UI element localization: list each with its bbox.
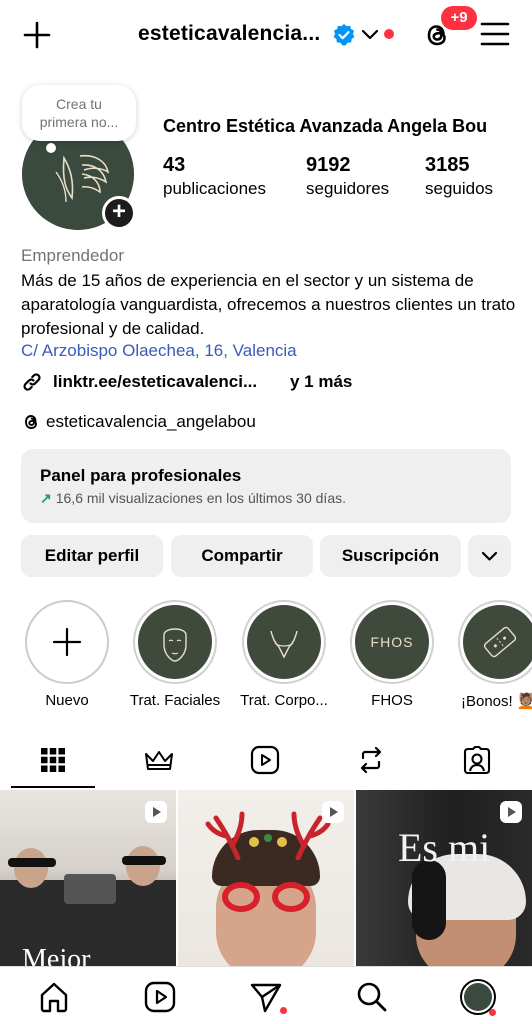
- threads-notification-badge: +9: [441, 6, 477, 30]
- profile-username[interactable]: esteticavalencia...: [138, 22, 320, 46]
- stat-following[interactable]: 3185 seguidos: [425, 154, 493, 199]
- subscription-button[interactable]: Suscripción: [320, 535, 461, 577]
- stat-posts-value: 43: [163, 154, 186, 176]
- posts-grid: Mejor Es mi: [0, 790, 532, 966]
- profile-link-text[interactable]: linktr.ee/esteticavalenci...: [53, 372, 257, 392]
- highlight-label: ¡Bonos! 💆🏽: [461, 693, 532, 710]
- stat-following-value: 3185: [425, 154, 470, 176]
- home-icon[interactable]: [37, 980, 71, 1014]
- note-placeholder: Crea tu primera no...: [39, 96, 119, 130]
- profile-address-link[interactable]: C/ Arzobispo Olaechea, 16, Valencia: [21, 341, 297, 361]
- create-plus-icon[interactable]: [22, 20, 52, 50]
- professional-dashboard-panel[interactable]: Panel para profesionales ↗ 16,6 mil visua…: [21, 449, 511, 523]
- stat-posts[interactable]: 43 publicaciones: [163, 154, 266, 199]
- panel-title: Panel para profesionales: [40, 466, 242, 485]
- threads-small-icon: [25, 415, 37, 429]
- more-options-button[interactable]: [468, 535, 511, 577]
- reel-indicator-icon: [145, 801, 167, 823]
- highlight-label: Trat. Faciales: [129, 692, 221, 709]
- add-story-button[interactable]: +: [102, 196, 136, 230]
- grid-post[interactable]: [178, 790, 354, 966]
- stat-followers[interactable]: 9192 seguidores: [306, 154, 389, 199]
- face-icon: [163, 628, 187, 662]
- highlight-body[interactable]: Trat. Corpo...: [237, 600, 331, 709]
- tab-reels-icon[interactable]: [249, 744, 281, 776]
- grid-post[interactable]: Mejor: [0, 790, 176, 966]
- plus-icon: [52, 627, 82, 657]
- trend-up-icon: ↗: [40, 490, 52, 506]
- highlight-label: Nuevo: [45, 692, 89, 709]
- reel-indicator-icon: [322, 801, 344, 823]
- note-bubble[interactable]: Crea tu primera no...: [22, 85, 136, 153]
- panel-subtitle-text: 16,6 mil visualizaciones en los últimos …: [55, 490, 346, 506]
- messages-notification-dot: [280, 1007, 287, 1014]
- stat-followers-value: 9192: [306, 154, 351, 176]
- top-bar: esteticavalencia... +9: [0, 0, 532, 68]
- profile-full-name: Centro Estética Avanzada Angela Bou: [163, 116, 488, 136]
- panel-subtitle: ↗ 16,6 mil visualizaciones en los últimos…: [40, 490, 346, 507]
- account-switch-chevron-icon[interactable]: [361, 28, 379, 42]
- highlight-label: FHOS: [371, 692, 413, 709]
- tab-grid-icon[interactable]: [37, 744, 69, 776]
- menu-hamburger-icon[interactable]: [480, 21, 510, 47]
- stat-followers-label: seguidores: [306, 179, 390, 198]
- reel-indicator-icon: [500, 801, 522, 823]
- highlight-facial[interactable]: Trat. Faciales: [128, 600, 222, 709]
- bottom-navigation: [0, 966, 532, 1024]
- search-icon[interactable]: [355, 980, 389, 1014]
- link-icon: [23, 373, 41, 391]
- highlight-new[interactable]: Nuevo: [20, 600, 114, 709]
- profile-category: Emprendedor: [21, 246, 125, 265]
- highlight-label: Trat. Corpo...: [240, 692, 328, 709]
- stat-posts-label: publicaciones: [163, 179, 267, 198]
- tab-reposts-icon[interactable]: [355, 744, 387, 776]
- highlight-fhos[interactable]: FHOS FHOS: [345, 600, 439, 709]
- fhos-logo-text: FHOS: [370, 634, 414, 650]
- share-profile-button[interactable]: Compartir: [171, 535, 313, 577]
- profile-notification-dot: [489, 1009, 496, 1016]
- grid-post[interactable]: Es mi: [356, 790, 532, 966]
- post-overlay-text: Mejor: [22, 944, 91, 966]
- profile-bio: Más de 15 años de experiencia en el sect…: [21, 271, 516, 338]
- edit-profile-button[interactable]: Editar perfil: [21, 535, 163, 577]
- antlers-icon: [205, 811, 331, 860]
- tab-subscriptions-crown-icon[interactable]: [143, 744, 175, 776]
- threads-handle: esteticavalencia_angelabou: [46, 412, 256, 431]
- tab-tagged-icon[interactable]: [461, 744, 493, 776]
- ticket-icon: [483, 626, 517, 658]
- account-notification-dot: [384, 29, 394, 39]
- chevron-down-icon: [481, 551, 498, 561]
- profile-link-more[interactable]: y 1 más: [290, 372, 352, 392]
- post-overlay-text: Es mi: [398, 825, 491, 870]
- highlight-bonos[interactable]: ¡Bonos! 💆🏽: [453, 600, 532, 710]
- profile-tabs: [0, 734, 532, 790]
- reels-nav-icon[interactable]: [143, 980, 177, 1014]
- stat-following-label: seguidos: [425, 179, 494, 198]
- active-tab-indicator: [11, 786, 95, 788]
- direct-messages-icon[interactable]: [249, 980, 283, 1014]
- body-silhouette-icon: [270, 630, 298, 659]
- verified-badge-icon: [333, 24, 355, 46]
